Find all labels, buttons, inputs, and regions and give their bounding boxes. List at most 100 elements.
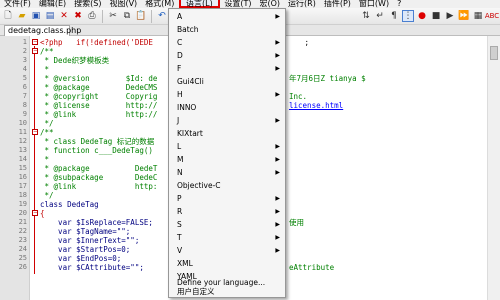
submenu-arrow-icon: ▶ <box>275 91 280 98</box>
line-number: 18 <box>18 191 27 199</box>
menu-run[interactable]: 运行(R) <box>284 0 320 8</box>
tab-label: dedetag.class.php <box>8 26 82 35</box>
save-all-icon[interactable]: ▤ <box>44 10 56 22</box>
play-macro-icon[interactable]: ▶ <box>444 10 456 22</box>
menu-item-c[interactable]: C ▶ <box>169 36 285 49</box>
new-file-icon[interactable]: 🗋 <box>2 10 14 22</box>
menu-item-n[interactable]: N ▶ <box>169 166 285 179</box>
menu-item-f[interactable]: F ▶ <box>169 62 285 75</box>
fold-toggle-icon[interactable]: − <box>32 48 38 54</box>
menu-item-a[interactable]: A ▶ <box>169 10 285 23</box>
code-line: var $CAttribute=""; <box>40 263 144 272</box>
indent-guide-icon[interactable]: ⋮ <box>402 10 414 22</box>
menu-file[interactable]: 文件(F) <box>0 0 35 8</box>
menu-edit[interactable]: 编辑(E) <box>35 0 70 8</box>
sync-icon[interactable]: ⇅ <box>360 10 372 22</box>
line-number: 11 <box>18 128 27 136</box>
paste-icon[interactable]: 📋 <box>135 10 147 22</box>
close-all-icon[interactable]: ✖ <box>72 10 84 22</box>
code-line: var $TagName=""; <box>40 227 131 236</box>
menu-item-s[interactable]: S ▶ <box>169 218 285 231</box>
menu-item-inno[interactable]: INNO <box>169 101 285 114</box>
copy-icon[interactable]: ⧉ <box>121 10 133 22</box>
menu-item-p[interactable]: P ▶ <box>169 192 285 205</box>
submenu-arrow-icon: ▶ <box>275 117 280 124</box>
submenu-arrow-icon: ▶ <box>275 52 280 59</box>
code-line: * Dede织梦模板类 <box>40 56 110 65</box>
code-line: */ <box>40 119 54 128</box>
code-line: * @version $Id: de <box>40 74 158 83</box>
line-number: 22 <box>18 227 27 235</box>
code-fragment: Inc. <box>289 92 308 101</box>
fold-toggle-icon[interactable]: − <box>32 39 38 45</box>
code-line: * @link http:// <box>40 110 158 119</box>
open-icon[interactable]: ▰ <box>16 10 28 22</box>
menu-item-label: M <box>177 155 184 164</box>
menu-item-t[interactable]: T ▶ <box>169 231 285 244</box>
vertical-scrollbar[interactable] <box>487 36 500 300</box>
menu-item-d[interactable]: D ▶ <box>169 49 285 62</box>
menu-item-v[interactable]: V ▶ <box>169 244 285 257</box>
run-macro-multiple-icon[interactable]: ⏩ <box>458 10 470 22</box>
menu-item-r[interactable]: R ▶ <box>169 205 285 218</box>
spellcheck-icon[interactable]: ABC <box>485 10 499 22</box>
code-fragment: license.html <box>289 101 344 110</box>
show-all-chars-icon[interactable]: ¶ <box>388 10 400 22</box>
fold-toggle-icon[interactable]: − <box>32 129 38 135</box>
menu-item-xml[interactable]: XML <box>169 257 285 270</box>
menu-item-h[interactable]: H ▶ <box>169 88 285 101</box>
menu-settings[interactable]: 设置(T) <box>220 0 255 8</box>
undo-icon[interactable]: ↶ <box>156 10 168 22</box>
menu-item-kixtart[interactable]: KIXtart <box>169 127 285 140</box>
submenu-arrow-icon: ▶ <box>275 234 280 241</box>
scrollbar-thumb[interactable] <box>490 46 498 60</box>
code-fragment: 年7月6日Z tianya $ <box>289 74 366 83</box>
code-line: * @package DedeCMS <box>40 83 158 92</box>
menu-item-gui4cli[interactable]: Gui4Cli <box>169 75 285 88</box>
menu-item-m[interactable]: M ▶ <box>169 153 285 166</box>
menu-item-label: INNO <box>177 103 197 112</box>
wrap-icon[interactable]: ↵ <box>374 10 386 22</box>
menu-item-l[interactable]: L ▶ <box>169 140 285 153</box>
menu-item-label: J <box>177 116 180 125</box>
code-fragment: ; <box>291 38 310 47</box>
line-number: 8 <box>22 101 27 109</box>
save-macro-icon[interactable]: ▦ <box>472 10 484 22</box>
fold-toggle-icon[interactable]: − <box>32 210 38 216</box>
menu-item-batch[interactable]: Batch <box>169 23 285 36</box>
menu-search[interactable]: 搜索(S) <box>70 0 105 8</box>
menu-item-label: D <box>177 51 183 60</box>
submenu-arrow-icon: ▶ <box>275 156 280 163</box>
menu-item-objective-c[interactable]: Objective-C <box>169 179 285 192</box>
print-icon[interactable]: ⎙ <box>86 10 98 22</box>
menu-macro[interactable]: 宏(O) <box>255 0 284 8</box>
code-line: var $EndPos=0; <box>40 254 122 263</box>
menu-item-user-defined[interactable]: 用户自定义 <box>169 287 285 297</box>
menu-plugins[interactable]: 插件(P) <box>320 0 355 8</box>
line-number: 2 <box>22 47 27 55</box>
menu-format[interactable]: 格式(M) <box>141 0 178 8</box>
line-number: 12 <box>18 137 27 145</box>
stop-record-icon[interactable]: ■ <box>430 10 442 22</box>
line-number-gutter: 1 2 3 4 5 6 7 8 9 10 11 12 13 14 15 16 1… <box>0 36 30 300</box>
code-line: * @link http: <box>40 182 158 191</box>
submenu-arrow-icon: ▶ <box>275 208 280 215</box>
cut-icon[interactable]: ✂ <box>107 10 119 22</box>
save-icon[interactable]: ▣ <box>30 10 42 22</box>
line-number: 15 <box>18 164 27 172</box>
tab-dedetag[interactable]: dedetag.class.php <box>4 25 81 36</box>
close-icon[interactable]: ✕ <box>58 10 70 22</box>
code-fragment: eAttribute <box>289 263 335 272</box>
line-number: 25 <box>18 254 27 262</box>
menu-view[interactable]: 视图(V) <box>105 0 141 8</box>
line-number: 24 <box>18 245 27 253</box>
menu-item-label: V <box>177 246 183 255</box>
menu-window[interactable]: 窗口(W) <box>355 0 393 8</box>
record-macro-icon[interactable]: ● <box>416 10 428 22</box>
menu-language[interactable]: 语言(L) <box>179 0 220 8</box>
code-line: <?php if(!defined('DEDE <box>40 38 153 47</box>
menu-item-label: XML <box>177 259 193 268</box>
menu-item-j[interactable]: J ▶ <box>169 114 285 127</box>
line-number: 21 <box>18 218 27 226</box>
menu-help[interactable]: ? <box>393 0 405 8</box>
